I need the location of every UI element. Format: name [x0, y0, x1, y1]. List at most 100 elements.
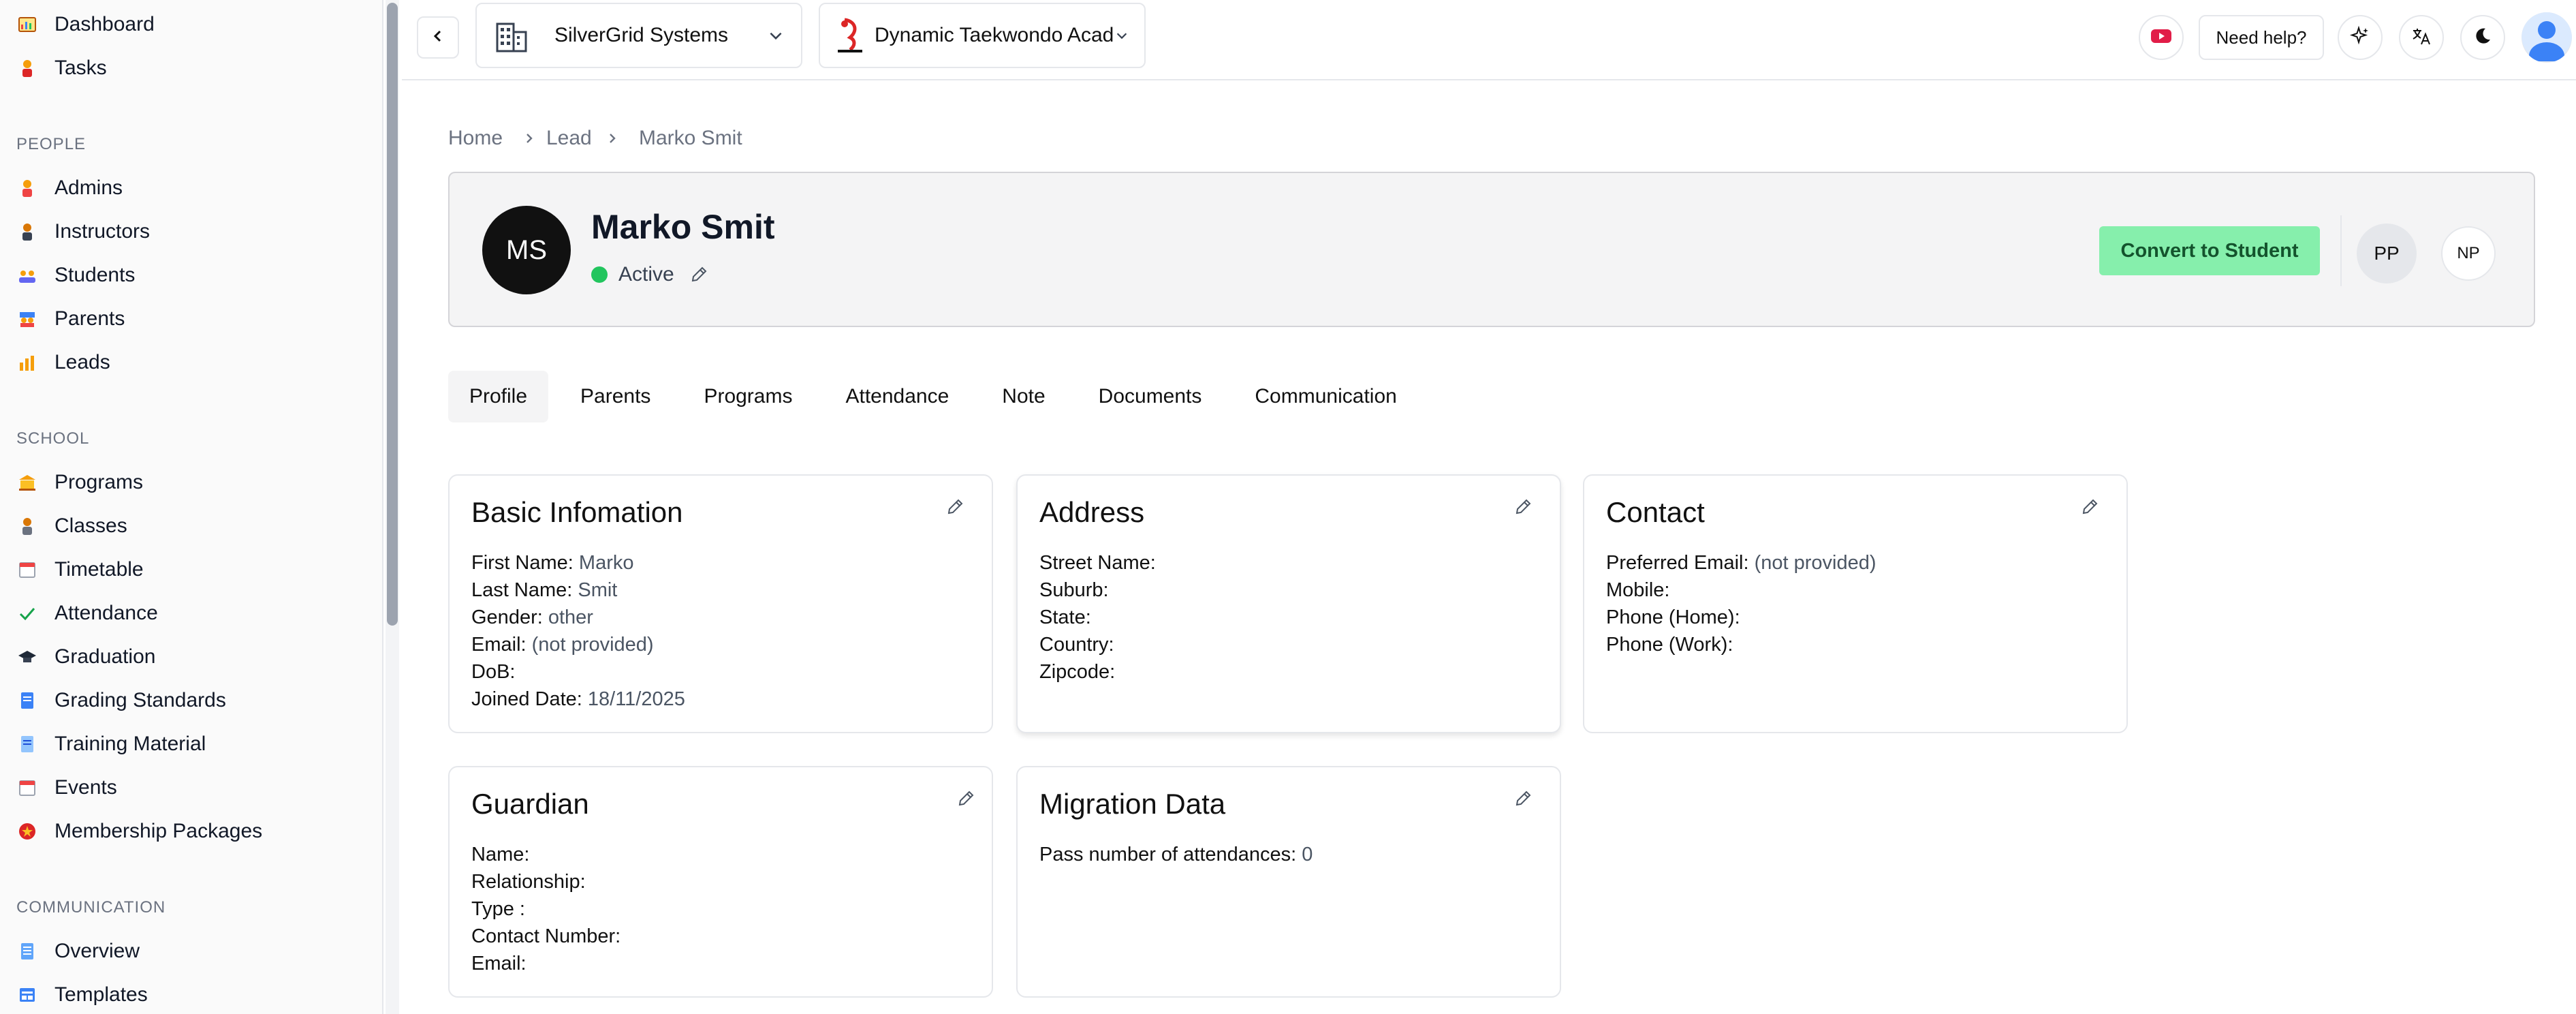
language-button[interactable]: [2399, 15, 2444, 60]
pencil-icon[interactable]: [689, 265, 708, 284]
lead-name: Marko Smit: [591, 208, 775, 246]
user-avatar-icon: [2522, 12, 2572, 63]
pencil-icon[interactable]: [1511, 495, 1535, 519]
sidebar-item-timetable[interactable]: Timetable: [16, 551, 371, 589]
sidebar-item-attendance[interactable]: Attendance: [16, 594, 371, 632]
tab-programs[interactable]: Programs: [682, 371, 813, 422]
graduation-cap-icon: [16, 646, 38, 668]
calendar-icon: [16, 777, 38, 799]
sidebar-item-students[interactable]: Students: [16, 256, 371, 294]
students-icon: [16, 264, 38, 286]
chevron-down-icon: [767, 27, 785, 44]
pencil-icon[interactable]: [2077, 495, 2102, 519]
need-help-button[interactable]: Need help?: [2199, 15, 2324, 60]
section-label-communication: COMMUNICATION: [16, 898, 166, 917]
field-state: State:: [1039, 606, 1091, 628]
lead-header-card: MS Marko Smit Active Convert to Student …: [448, 172, 2535, 327]
sidebar-item-grading-standards[interactable]: Grading Standards: [16, 681, 371, 720]
chevron-down-icon: [1114, 28, 1129, 43]
overview-icon: [16, 940, 38, 962]
field-guardian-email: Email:: [471, 953, 527, 974]
dark-mode-toggle[interactable]: [2460, 15, 2505, 60]
tab-profile[interactable]: Profile: [448, 371, 549, 422]
pencil-icon[interactable]: [943, 495, 967, 519]
sidebar-item-parents[interactable]: Parents: [16, 300, 371, 338]
leads-icon: [16, 352, 38, 373]
classes-icon: [16, 515, 38, 537]
sidebar-item-instructors[interactable]: Instructors: [16, 213, 371, 251]
sidebar-item-label: Parents: [54, 307, 125, 330]
sidebar-item-label: Tasks: [54, 57, 107, 79]
field-first-name: First Name: Marko: [471, 552, 634, 574]
card-title: Contact: [1606, 496, 1705, 528]
sidebar-item-label: Overview: [54, 940, 140, 962]
sidebar-item-label: Events: [54, 776, 117, 799]
tab-communication[interactable]: Communication: [1234, 371, 1417, 422]
card-title: Basic Infomation: [471, 496, 683, 528]
migration-data-card: Migration Data Pass number of attendance…: [1016, 766, 1561, 998]
sidebar-item-dashboard[interactable]: Dashboard: [16, 5, 371, 44]
field-mobile: Mobile:: [1606, 579, 1670, 601]
sidebar-item-label: Grading Standards: [54, 689, 226, 711]
tab-attendance[interactable]: Attendance: [824, 371, 970, 422]
field-dob: DoB:: [471, 661, 516, 683]
sidebar-item-label: Students: [54, 264, 136, 286]
sidebar-item-graduation[interactable]: Graduation: [16, 638, 371, 676]
sidebar-item-label: Admins: [54, 176, 123, 199]
field-country: Country:: [1039, 634, 1114, 656]
membership-badge-icon: [16, 820, 38, 842]
sidebar-item-leads[interactable]: Leads: [16, 343, 371, 382]
organization-selector[interactable]: SilverGrid Systems: [475, 3, 802, 68]
pencil-icon[interactable]: [1511, 786, 1535, 811]
pencil-icon[interactable]: [954, 786, 978, 811]
card-title: Guardian: [471, 788, 589, 820]
tab-note[interactable]: Note: [981, 371, 1066, 422]
lead-avatar: MS: [482, 206, 571, 294]
document-icon: [16, 733, 38, 755]
field-type: Type :: [471, 898, 525, 920]
ai-sparkle-button[interactable]: [2338, 15, 2383, 60]
basic-information-card: Basic Infomation First Name: Marko Last …: [448, 474, 993, 733]
breadcrumb-home[interactable]: Home: [448, 127, 503, 150]
section-label-people: PEOPLE: [16, 135, 87, 153]
contact-card: Contact Preferred Email: (not provided) …: [1583, 474, 2128, 733]
translate-icon: [2411, 26, 2432, 50]
sidebar-item-classes[interactable]: Classes: [16, 507, 371, 545]
sidebar-item-tasks[interactable]: Tasks: [16, 49, 371, 87]
avatar-np[interactable]: NP: [2441, 226, 2496, 281]
sidebar-item-overview[interactable]: Overview: [16, 932, 371, 970]
divider: [2340, 215, 2342, 286]
field-phone-work: Phone (Work):: [1606, 634, 1733, 656]
sidebar-scrollbar-thumb[interactable]: [387, 3, 398, 626]
convert-to-student-button[interactable]: Convert to Student: [2099, 226, 2320, 275]
sidebar-item-label: Attendance: [54, 602, 158, 624]
field-guardian-name: Name:: [471, 844, 530, 865]
sidebar-item-admins[interactable]: Admins: [16, 169, 371, 207]
breadcrumb-lead[interactable]: Lead: [546, 127, 592, 150]
programs-icon: [16, 472, 38, 493]
school-name: Dynamic Taekwondo Academy: [875, 24, 1113, 46]
sidebar-item-events[interactable]: Events: [16, 769, 371, 807]
address-card: Address Street Name: Suburb: State: Coun…: [1016, 474, 1561, 733]
field-joined-date: Joined Date: 18/11/2025: [471, 688, 685, 710]
guardian-card: Guardian Name: Relationship: Type : Cont…: [448, 766, 993, 998]
field-last-name: Last Name: Smit: [471, 579, 618, 601]
sidebar-item-training-material[interactable]: Training Material: [16, 725, 371, 763]
sidebar-item-membership-packages[interactable]: Membership Packages: [16, 812, 371, 850]
school-selector[interactable]: Dynamic Taekwondo Academy: [819, 3, 1146, 68]
field-contact-number: Contact Number:: [471, 925, 621, 947]
collapse-sidebar-button[interactable]: [417, 16, 459, 59]
sidebar-item-programs[interactable]: Programs: [16, 463, 371, 502]
youtube-button[interactable]: [2139, 15, 2184, 60]
sidebar-item-templates[interactable]: Templates: [16, 976, 371, 1014]
sidebar-item-label: Classes: [54, 514, 127, 537]
field-relationship: Relationship:: [471, 871, 586, 893]
school-logo-icon: [835, 17, 865, 54]
breadcrumb-current: Marko Smit: [639, 127, 742, 149]
tab-documents[interactable]: Documents: [1078, 371, 1223, 422]
tab-parents[interactable]: Parents: [559, 371, 672, 422]
field-suburb: Suburb:: [1039, 579, 1109, 601]
sidebar-item-label: Programs: [54, 471, 144, 493]
user-avatar-button[interactable]: [2522, 12, 2572, 63]
avatar-pp[interactable]: PP: [2355, 222, 2418, 285]
